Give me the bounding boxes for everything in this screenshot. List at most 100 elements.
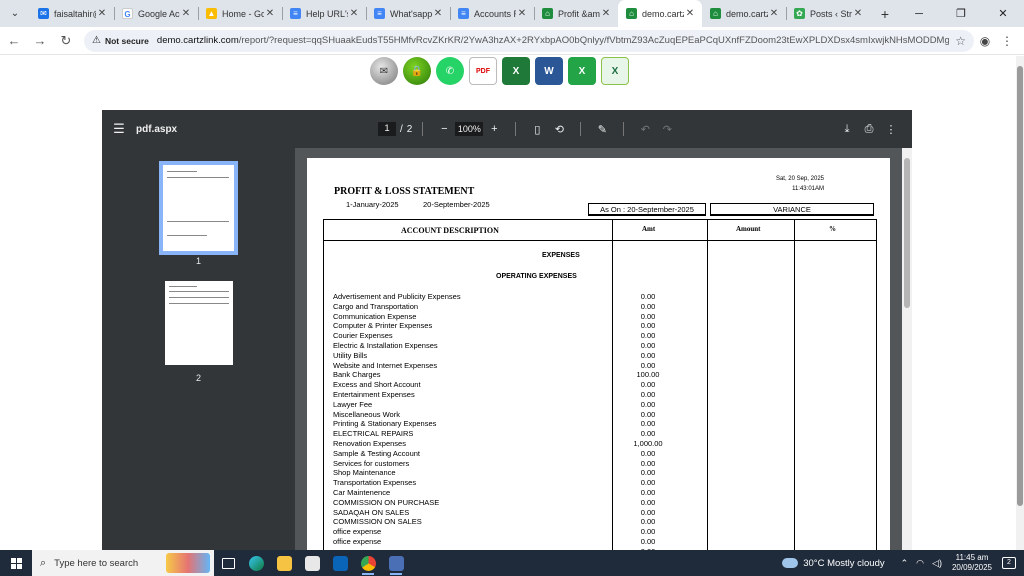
thumbnail-sidebar: 1 2 <box>102 148 295 550</box>
email-icon[interactable]: ✉ <box>370 57 398 85</box>
account-name: Bank Charges <box>333 370 381 380</box>
excel-export-icon[interactable]: X <box>502 57 530 85</box>
account-amount: 0.00 <box>640 468 656 478</box>
page-number-input[interactable]: 1 <box>378 122 396 136</box>
page-scrollbar[interactable] <box>1016 56 1024 550</box>
browser-tab[interactable]: ⌂ Profit &amp;✕ <box>534 0 618 27</box>
address-bar[interactable]: ⚠ Not secure demo.cartzlink.com/report/?… <box>84 29 974 52</box>
excel-alt-export-icon[interactable]: X <box>568 57 596 85</box>
reload-button[interactable]: ↻ <box>54 29 78 53</box>
tab-close-icon[interactable]: ✕ <box>600 8 612 19</box>
volume-icon[interactable]: ◁) <box>932 558 942 569</box>
browser-tab[interactable]: ⌂ demo.cartz ✕ <box>702 0 786 27</box>
account-name: SADAQAH ON SALES <box>333 507 410 517</box>
profile-icon[interactable]: ◉ <box>974 34 996 48</box>
url-text[interactable]: demo.cartzlink.com/report/?request=qqSHu… <box>157 35 949 46</box>
app-icon[interactable] <box>382 550 410 576</box>
table-row: Electric & Installation Expenses 0.00 <box>324 341 876 351</box>
clock[interactable]: 11:45 am 20/09/2025 <box>952 553 992 573</box>
more-options-icon[interactable]: ⋮ <box>880 123 902 136</box>
close-window-button[interactable]: ✕ <box>982 0 1024 27</box>
annotate-icon[interactable]: ✎ <box>591 123 613 136</box>
network-icon[interactable]: ◠ <box>916 558 924 569</box>
restore-button[interactable]: ❐ <box>940 0 982 27</box>
thumbnail-page-2[interactable] <box>165 281 233 365</box>
account-name: COMMISSION ON PURCHASE <box>333 497 440 507</box>
word-export-icon[interactable]: W <box>535 57 563 85</box>
browser-tab[interactable]: ⌂ demo.cartz ✕ <box>618 0 702 27</box>
store-icon[interactable] <box>298 550 326 576</box>
thumbnail-page-1[interactable] <box>159 161 238 255</box>
browser-tab[interactable]: ≡ What'sapp ✕ <box>366 0 450 27</box>
tab-close-icon[interactable]: ✕ <box>768 8 780 19</box>
browser-toolbar: ← → ↻ ⚠ Not secure demo.cartzlink.com/re… <box>0 27 1024 55</box>
whatsapp-icon[interactable]: ✆ <box>436 57 464 85</box>
rotate-icon[interactable]: ⟲ <box>548 123 570 136</box>
tab-close-icon[interactable]: ✕ <box>684 8 696 19</box>
bookmark-star-icon[interactable]: ☆ <box>955 34 966 48</box>
browser-tab[interactable]: ✿ Posts ‹ Stre✕ <box>786 0 870 27</box>
tab-title: Accounts R <box>474 8 516 19</box>
tab-close-icon[interactable]: ✕ <box>432 8 444 19</box>
new-tab-button[interactable]: + <box>874 6 896 22</box>
tab-close-icon[interactable]: ✕ <box>516 8 528 19</box>
file-explorer-icon[interactable] <box>270 550 298 576</box>
back-button[interactable]: ← <box>2 29 26 53</box>
web-page: ✉ 🔒 ✆ PDF X W X X ☰ pdf.aspx 1 / 2 − 100… <box>0 56 1016 550</box>
account-amount: 0.00 <box>640 311 656 321</box>
security-label[interactable]: Not secure <box>105 36 149 46</box>
tab-close-icon[interactable]: ✕ <box>852 8 864 19</box>
fit-page-icon[interactable]: ▯ <box>526 123 548 136</box>
pdf-export-icon[interactable]: PDF <box>469 57 497 85</box>
table-row: SADAQAH ON SALES 0.00 <box>324 508 876 518</box>
download-icon[interactable]: ⤓ <box>836 123 858 136</box>
weather-widget[interactable]: 30°C Mostly cloudy <box>782 558 885 569</box>
tab-title: demo.cartz <box>726 8 768 19</box>
chevron-up-icon[interactable]: ⌃ <box>901 558 909 569</box>
doc-icon: ≡ <box>374 8 385 19</box>
lock-icon[interactable]: 🔒 <box>403 57 431 85</box>
browser-tab[interactable]: ≡ Help URL's ✕ <box>282 0 366 27</box>
table-row: Website and Internet Expenses 0.00 <box>324 361 876 371</box>
browser-tab[interactable]: ≡ Accounts R ✕ <box>450 0 534 27</box>
print-datetime: Sat, 20 Sep, 2025 11:43:01AM <box>776 174 824 194</box>
chrome-icon[interactable] <box>354 550 382 576</box>
tab-search-button[interactable]: ⌄ <box>4 4 26 24</box>
tab-close-icon[interactable]: ✕ <box>96 8 108 19</box>
zoom-out-icon[interactable]: − <box>433 123 455 135</box>
browser-tab[interactable]: G Google Acc ✕ <box>114 0 198 27</box>
forward-button[interactable]: → <box>28 29 52 53</box>
clock-time: 11:45 am <box>955 553 989 562</box>
account-name: office expense <box>333 527 382 537</box>
tab-close-icon[interactable]: ✕ <box>348 8 360 19</box>
minimize-button[interactable]: ─ <box>898 0 940 27</box>
tab-close-icon[interactable]: ✕ <box>264 8 276 19</box>
tab-close-icon[interactable]: ✕ <box>180 8 192 19</box>
document-scrollbar[interactable] <box>902 148 912 550</box>
redo-icon[interactable]: ↷ <box>656 123 678 136</box>
browser-menu-icon[interactable]: ⋮ <box>996 34 1018 48</box>
notifications-icon[interactable]: 2 <box>1002 557 1016 569</box>
account-name: Shop Maintenance <box>333 468 396 478</box>
edge-icon[interactable] <box>242 550 270 576</box>
undo-icon[interactable]: ↶ <box>634 123 656 136</box>
account-name: Transportation Expenses <box>333 478 417 488</box>
warning-icon[interactable]: ⚠ <box>92 35 101 46</box>
zoom-in-icon[interactable]: + <box>483 123 505 135</box>
cartz-icon: ⌂ <box>626 8 637 19</box>
menu-icon[interactable]: ☰ <box>102 121 136 137</box>
excel-sheet-export-icon[interactable]: X <box>601 57 629 85</box>
taskbar-search[interactable]: ⌕ Type here to search <box>32 550 214 576</box>
document-area[interactable]: Sat, 20 Sep, 2025 11:43:01AM PROFIT & LO… <box>295 148 912 550</box>
account-name: Services for customers <box>333 458 410 468</box>
report-table: ACCOUNT DESCRIPTION Amt Amount % EXPENSE… <box>323 219 877 550</box>
account-name: COMMISSION ON SALES <box>333 517 422 527</box>
zoom-input[interactable]: 100% <box>455 122 484 136</box>
outlook-icon[interactable] <box>326 550 354 576</box>
browser-tab[interactable]: ▲ Home - Go ✕ <box>198 0 282 27</box>
print-icon[interactable]: ⎙ <box>858 123 880 136</box>
windows-icon <box>10 557 22 569</box>
start-button[interactable] <box>0 550 32 576</box>
task-view-icon[interactable] <box>214 550 242 576</box>
browser-tab[interactable]: ✉ faisaltahir@✕ <box>30 0 114 27</box>
